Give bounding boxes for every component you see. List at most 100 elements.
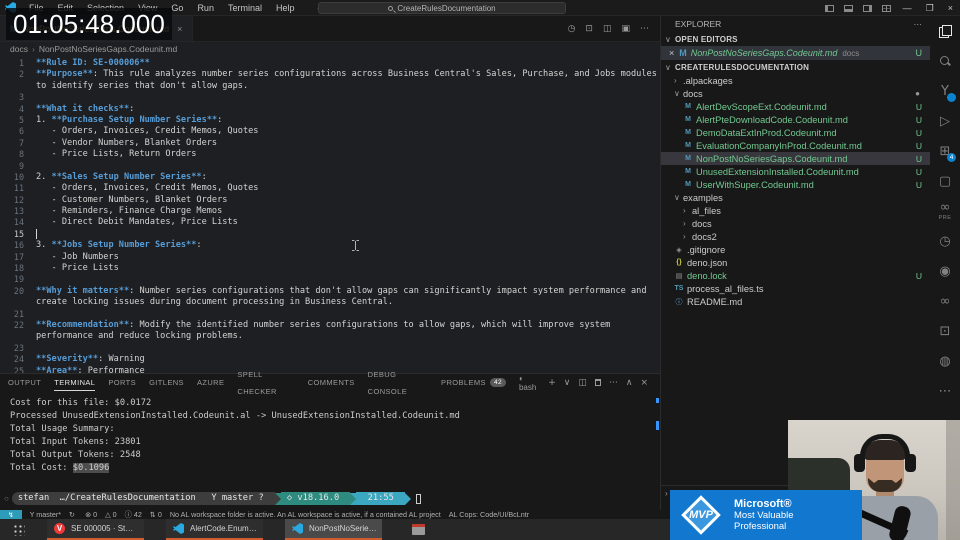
- status-git-branch[interactable]: Υmaster*: [30, 510, 61, 519]
- tree-file-nonpostnoseriesgaps.codeunit.md[interactable]: M NonPostNoSeriesGaps.Codeunit.md U: [661, 152, 930, 165]
- activitybar-search-icon[interactable]: [930, 46, 960, 76]
- activitybar-source-control-icon[interactable]: Υ: [930, 76, 960, 106]
- panel-tab-output[interactable]: OUTPUT: [8, 374, 41, 391]
- more-actions-icon[interactable]: ⋯: [635, 24, 654, 34]
- customize-layout-icon[interactable]: [881, 4, 891, 12]
- activitybar-extensions-icon[interactable]: ⊞ 4: [930, 136, 960, 166]
- tree-file-alertptedownloadcode.codeunit.md[interactable]: M AlertPteDownloadCode.Codeunit.md U: [661, 113, 930, 126]
- open-editor-detail: docs: [842, 48, 860, 58]
- taskbar-item-0[interactable]: V SE 000005 · St…: [47, 519, 144, 540]
- breadcrumb-dir[interactable]: docs: [10, 44, 28, 54]
- activitybar-pipelines-icon[interactable]: ∞: [930, 286, 960, 316]
- tree-folder-docs[interactable]: › docs: [661, 217, 930, 230]
- tree-folder-docs2[interactable]: › docs2: [661, 230, 930, 243]
- panel-tab-terminal[interactable]: TERMINAL: [54, 374, 96, 391]
- status-warnings[interactable]: △ 0: [105, 510, 117, 519]
- menu-run[interactable]: Run: [190, 0, 221, 16]
- minimize-button[interactable]: —: [896, 0, 919, 16]
- taskbar-item-1[interactable]: AlertCode.Enum…: [166, 519, 263, 540]
- code-line: 17 - Job Numbers: [0, 252, 656, 263]
- activitybar-prerelease-icon[interactable]: ∞ PRE: [930, 196, 960, 226]
- tree-file-userwithsuper.codeunit.md[interactable]: M UserWithSuper.Codeunit.md U: [661, 178, 930, 191]
- terminal-prompt[interactable]: ○ stefan …/CreateRulesDocumentation Υ mas…: [4, 492, 422, 505]
- history-icon: ◷: [939, 233, 951, 249]
- activitybar-more-views-icon[interactable]: ⋯: [930, 376, 960, 406]
- close-button[interactable]: ×: [941, 0, 960, 16]
- close-icon[interactable]: ×: [669, 48, 674, 58]
- tree-folder-.alpackages[interactable]: › .alpackages: [661, 74, 930, 87]
- panel-tab-spell-checker[interactable]: SPELL CHECKER: [237, 370, 294, 396]
- panel-tab-debug-console[interactable]: DEBUG CONSOLE: [368, 370, 428, 396]
- tree-file-process_al_files.ts[interactable]: TS process_al_files.ts: [661, 282, 930, 295]
- tree-file-demodataextinprod.codeunit.md[interactable]: M DemoDataExtInProd.Codeunit.md U: [661, 126, 930, 139]
- shell-indicator[interactable]: ◐ bash: [519, 374, 538, 392]
- new-terminal-icon[interactable]: +: [544, 378, 560, 388]
- code-text: create locking issues during document pr…: [36, 297, 393, 308]
- activitybar-history-icon[interactable]: ◷: [930, 226, 960, 256]
- status-sync[interactable]: ↻: [69, 510, 77, 519]
- tree-item-label: al_files: [692, 205, 721, 216]
- taskbar-item-2[interactable]: NonPostNoSerie…: [285, 519, 382, 540]
- tree-file-unusedextensioninstalled.codeunit.md[interactable]: M UnusedExtensionInstalled.Codeunit.md U: [661, 165, 930, 178]
- activitybar-remote-explorer-icon[interactable]: ▢: [930, 166, 960, 196]
- taskbar-files-icon[interactable]: [412, 524, 425, 535]
- open-editor-item[interactable]: × M NonPostNoSeriesGaps.Codeunit.md docs…: [661, 46, 930, 60]
- status-ports[interactable]: ⇅ 0: [150, 510, 162, 519]
- restore-button[interactable]: ❐: [919, 0, 941, 16]
- status-errors[interactable]: ⊗ 0: [85, 510, 97, 519]
- split-editor-icon[interactable]: ◫: [598, 24, 617, 34]
- maximize-panel-icon[interactable]: ∧: [622, 378, 637, 388]
- activitybar-github-icon[interactable]: ◍: [930, 346, 960, 376]
- more-actions-icon[interactable]: ⋯: [605, 378, 622, 388]
- layout-icon[interactable]: ▣: [616, 24, 635, 34]
- status-infos[interactable]: ⓘ 42: [125, 510, 142, 520]
- toggle-secondary-sidebar-icon[interactable]: [862, 4, 872, 12]
- tree-folder-al_files[interactable]: › al_files: [661, 204, 930, 217]
- panel-tab-problems[interactable]: PROBLEMS 42: [441, 374, 506, 391]
- tab-close-icon[interactable]: ×: [177, 24, 182, 34]
- markdown-file-icon: M: [685, 103, 691, 110]
- open-changes-icon[interactable]: ⊡: [580, 24, 598, 34]
- code-line: 11 - Orders, Invoices, Credit Memos, Quo…: [0, 183, 656, 194]
- timeline-icon[interactable]: ◷: [563, 24, 581, 34]
- activitybar-explorer-icon[interactable]: [930, 16, 960, 46]
- workspace-section[interactable]: ∨ CREATERULESDOCUMENTATION: [661, 60, 930, 74]
- tree-file-evaluationcompanyinprod.codeunit.md[interactable]: M EvaluationCompanyInProd.Codeunit.md U: [661, 139, 930, 152]
- activitybar-components-icon[interactable]: ⊡: [930, 316, 960, 346]
- panel-tab-azure[interactable]: AZURE: [197, 374, 224, 391]
- terminal-dropdown-icon[interactable]: ∨: [560, 378, 575, 388]
- breadcrumb-file[interactable]: NonPostNoSeriesGaps.Codeunit.md: [39, 44, 177, 54]
- close-panel-icon[interactable]: ×: [636, 378, 652, 388]
- sidebar-more-icon[interactable]: ⋯: [914, 19, 923, 30]
- remote-indicator[interactable]: ↯: [0, 510, 22, 519]
- tree-folder-docs[interactable]: ∨ docs ●: [661, 87, 930, 100]
- toggle-panel-icon[interactable]: [843, 4, 853, 12]
- breadcrumb[interactable]: docs › NonPostNoSeriesGaps.Codeunit.md: [0, 42, 660, 56]
- menu-help[interactable]: Help: [269, 0, 302, 16]
- activitybar-run-debug-icon[interactable]: ▷: [930, 106, 960, 136]
- tree-file-readme.md[interactable]: ⓘ README.md: [661, 295, 930, 308]
- menu-terminal[interactable]: Terminal: [221, 0, 269, 16]
- terminal-output[interactable]: Cost for this file: $0.0172 Processed Unu…: [0, 391, 660, 474]
- panel-tab-comments[interactable]: COMMENTS: [308, 374, 355, 391]
- markdown-file-icon: M: [685, 116, 691, 123]
- tree-file-alertdevscopeext.codeunit.md[interactable]: M AlertDevScopeExt.Codeunit.md U: [661, 100, 930, 113]
- panel-tab-ports[interactable]: PORTS: [108, 374, 136, 391]
- status-al-cops[interactable]: AL Cops: Code/UI/BcLntr: [449, 510, 529, 519]
- open-editors-section[interactable]: ∨ OPEN EDITORS: [661, 32, 930, 46]
- code-editor[interactable]: 1 **Rule ID: SE-000006** 2 **Purpose**: Thi…: [0, 58, 656, 373]
- split-terminal-icon[interactable]: ◫: [574, 378, 591, 388]
- toggle-sidebar-icon[interactable]: [824, 4, 834, 12]
- kill-terminal-icon[interactable]: [594, 379, 601, 386]
- app-launcher-icon[interactable]: [12, 523, 25, 536]
- tree-file-.gitignore[interactable]: ◈ .gitignore: [661, 243, 930, 256]
- tree-file-deno.lock[interactable]: ▤ deno.lock U: [661, 269, 930, 282]
- tree-item-label: UserWithSuper.Codeunit.md: [696, 179, 814, 190]
- panel-tab-gitlens[interactable]: GITLENS: [149, 374, 184, 391]
- activitybar-test-runner-icon[interactable]: ◉: [930, 256, 960, 286]
- tree-file-deno.json[interactable]: {} deno.json: [661, 256, 930, 269]
- bottom-panel: OUTPUT TERMINAL PORTS GITLENS AZURE SPELL CHE…: [0, 370, 660, 510]
- command-center-search[interactable]: CreateRulesDocumentation: [318, 2, 566, 14]
- status-al-workspace[interactable]: No AL workspace folder is active. An AL …: [170, 510, 441, 519]
- tree-folder-examples[interactable]: ∨ examples: [661, 191, 930, 204]
